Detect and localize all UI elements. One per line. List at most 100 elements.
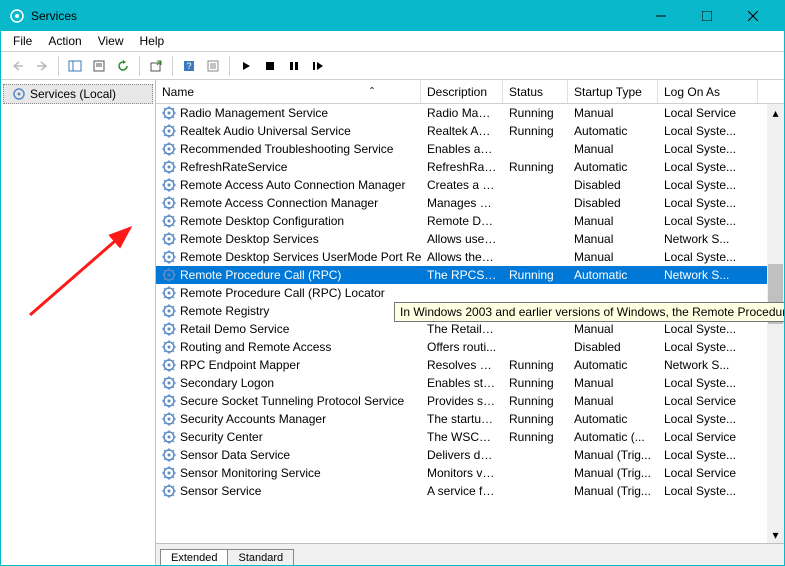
back-button[interactable] xyxy=(7,55,29,77)
table-row[interactable]: Remote Desktop ConfigurationRemote Des..… xyxy=(156,212,784,230)
col-name[interactable]: Nameˆ xyxy=(156,80,421,103)
svg-text:?: ? xyxy=(186,61,191,71)
menu-view[interactable]: View xyxy=(90,32,132,50)
table-row[interactable]: RPC Endpoint MapperResolves RP...Running… xyxy=(156,356,784,374)
start-service-button[interactable] xyxy=(235,55,257,77)
table-row[interactable]: Recommended Troubleshooting ServiceEnabl… xyxy=(156,140,784,158)
column-headers: Nameˆ Description Status Startup Type Lo… xyxy=(156,80,784,104)
table-row[interactable]: Security CenterThe WSCSV...RunningAutoma… xyxy=(156,428,784,446)
gear-icon xyxy=(162,322,176,336)
tab-extended[interactable]: Extended xyxy=(160,549,228,565)
table-row[interactable]: Sensor Data ServiceDelivers dat...Manual… xyxy=(156,446,784,464)
gear-icon xyxy=(162,106,176,120)
col-status[interactable]: Status xyxy=(503,80,568,103)
gear-icon xyxy=(162,376,176,390)
tree-pane[interactable]: Services (Local) xyxy=(1,80,156,565)
col-description[interactable]: Description xyxy=(421,80,503,103)
service-description: Resolves RP... xyxy=(421,358,503,372)
table-row[interactable]: Remote Access Auto Connection ManagerCre… xyxy=(156,176,784,194)
refresh-button[interactable] xyxy=(112,55,134,77)
vertical-scrollbar[interactable]: ▴ ▾ xyxy=(767,104,784,543)
help-button[interactable]: ? xyxy=(178,55,200,77)
service-name: Remote Procedure Call (RPC) xyxy=(180,268,341,282)
service-name: Secondary Logon xyxy=(180,376,274,390)
table-row[interactable]: Radio Management ServiceRadio Mana...Run… xyxy=(156,104,784,122)
show-hide-tree-button[interactable] xyxy=(64,55,86,77)
scroll-up-button[interactable]: ▴ xyxy=(767,104,784,121)
service-name: Sensor Monitoring Service xyxy=(180,466,321,480)
close-button[interactable] xyxy=(730,1,776,31)
service-logon: Local Syste... xyxy=(658,250,758,264)
table-row[interactable]: RefreshRateServiceRefreshRat...RunningAu… xyxy=(156,158,784,176)
service-name: Routing and Remote Access xyxy=(180,340,331,354)
tab-standard[interactable]: Standard xyxy=(227,549,294,565)
export-list-button[interactable] xyxy=(145,55,167,77)
menu-file[interactable]: File xyxy=(5,32,40,50)
tab-strip: Extended Standard xyxy=(156,543,784,565)
service-name: RefreshRateService xyxy=(180,160,287,174)
table-row[interactable]: Remote Desktop ServicesAllows user...Man… xyxy=(156,230,784,248)
pause-service-button[interactable] xyxy=(283,55,305,77)
service-name: Remote Registry xyxy=(180,304,269,318)
maximize-button[interactable] xyxy=(684,1,730,31)
scroll-down-button[interactable]: ▾ xyxy=(767,526,784,543)
restart-service-button[interactable] xyxy=(307,55,329,77)
table-row[interactable]: Sensor Monitoring ServiceMonitors va...M… xyxy=(156,464,784,482)
service-logon: Local Service xyxy=(658,430,758,444)
service-startup: Manual xyxy=(568,214,658,228)
table-row[interactable]: Routing and Remote AccessOffers routi...… xyxy=(156,338,784,356)
tree-node-services-local[interactable]: Services (Local) xyxy=(3,84,153,104)
table-row[interactable]: Secure Socket Tunneling Protocol Service… xyxy=(156,392,784,410)
toolbar-separator xyxy=(58,56,59,76)
table-row[interactable]: Retail Demo ServiceThe Retail D...Manual… xyxy=(156,320,784,338)
service-startup: Manual xyxy=(568,376,658,390)
sort-up-icon: ˆ xyxy=(370,85,374,99)
service-logon: Local Syste... xyxy=(658,484,758,498)
table-row[interactable]: Remote Procedure Call (RPC)The RPCSS s..… xyxy=(156,266,784,284)
service-description: A service fo... xyxy=(421,484,503,498)
app-icon xyxy=(9,8,25,24)
forward-button[interactable] xyxy=(31,55,53,77)
table-row[interactable]: Secondary LogonEnables star...RunningMan… xyxy=(156,374,784,392)
gear-icon xyxy=(162,466,176,480)
service-startup: Manual xyxy=(568,106,658,120)
service-description: The startup ... xyxy=(421,412,503,426)
service-description: Remote Des... xyxy=(421,214,503,228)
service-status: Running xyxy=(503,430,568,444)
title-bar[interactable]: Services xyxy=(1,1,784,31)
service-status: Running xyxy=(503,358,568,372)
table-row[interactable]: Security Accounts ManagerThe startup ...… xyxy=(156,410,784,428)
service-startup: Manual xyxy=(568,394,658,408)
table-row[interactable]: Remote Desktop Services UserMode Port Re… xyxy=(156,248,784,266)
table-row[interactable]: Realtek Audio Universal ServiceRealtek A… xyxy=(156,122,784,140)
main-body: Services (Local) Nameˆ Description Statu… xyxy=(1,80,784,565)
table-row[interactable]: Remote Access Connection ManagerManages … xyxy=(156,194,784,212)
menu-action[interactable]: Action xyxy=(40,32,89,50)
table-row[interactable]: Remote Procedure Call (RPC) Locator xyxy=(156,284,784,302)
service-status: Running xyxy=(503,268,568,282)
menu-help[interactable]: Help xyxy=(132,32,173,50)
service-name: Realtek Audio Universal Service xyxy=(180,124,351,138)
service-description: Allows user... xyxy=(421,232,503,246)
services-window: Services File Action View Help ? Service xyxy=(0,0,785,566)
service-description: Allows the r... xyxy=(421,250,503,264)
stop-service-button[interactable] xyxy=(259,55,281,77)
help-topics-button[interactable] xyxy=(202,55,224,77)
service-name: Sensor Service xyxy=(180,484,261,498)
table-row[interactable]: Sensor ServiceA service fo...Manual (Tri… xyxy=(156,482,784,500)
service-name: Remote Access Auto Connection Manager xyxy=(180,178,405,192)
service-name: Retail Demo Service xyxy=(180,322,289,336)
properties-button[interactable] xyxy=(88,55,110,77)
minimize-button[interactable] xyxy=(638,1,684,31)
gear-icon xyxy=(162,124,176,138)
service-name: Remote Desktop Services xyxy=(180,232,319,246)
service-description: The Retail D... xyxy=(421,322,503,336)
col-logon[interactable]: Log On As xyxy=(658,80,758,103)
gear-icon xyxy=(162,214,176,228)
gear-icon xyxy=(162,232,176,246)
service-list[interactable]: Radio Management ServiceRadio Mana...Run… xyxy=(156,104,784,543)
col-startup[interactable]: Startup Type xyxy=(568,80,658,103)
gear-icon xyxy=(162,430,176,444)
toolbar-separator xyxy=(229,56,230,76)
service-status: Running xyxy=(503,412,568,426)
